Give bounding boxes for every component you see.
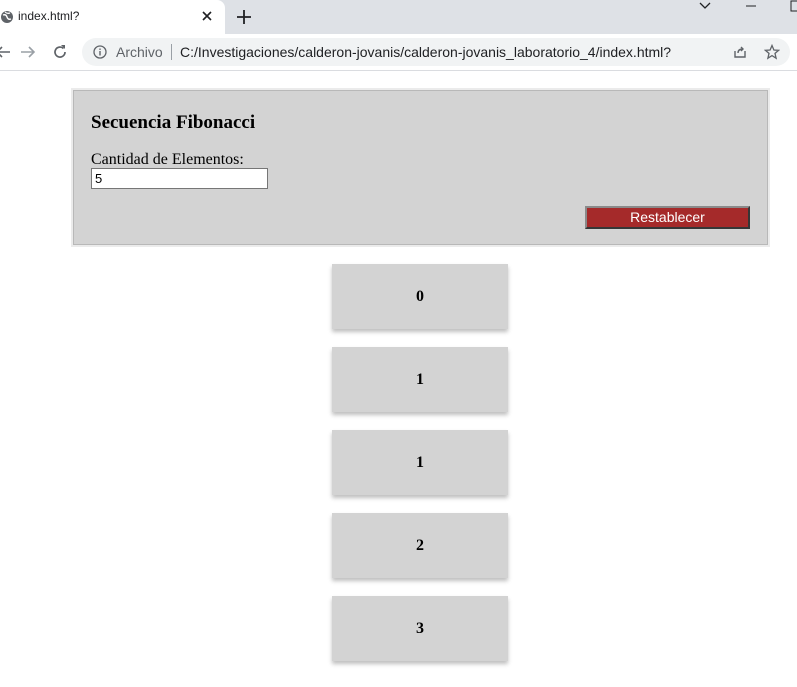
share-icon[interactable] [732, 44, 748, 60]
chevron-down-icon[interactable] [690, 0, 720, 20]
address-bar[interactable]: Archivo C:/Investigaciones/calderon-jova… [82, 38, 790, 66]
fibonacci-panel: Secuencia Fibonacci Cantidad de Elemento… [71, 88, 770, 247]
browser-tab[interactable]: index.html? [0, 0, 225, 34]
site-label: Archivo [116, 44, 163, 60]
url-text[interactable]: C:/Investigaciones/calderon-jovanis/cald… [180, 44, 671, 60]
fibonacci-item: 1 [332, 430, 508, 495]
fibonacci-list: 0 1 1 2 3 [332, 264, 508, 679]
globe-icon [1, 11, 13, 23]
omnibox-divider [171, 44, 172, 60]
star-icon[interactable] [764, 44, 780, 60]
tab-title: index.html? [18, 9, 80, 23]
browser-toolbar: Archivo C:/Investigaciones/calderon-jova… [0, 34, 797, 71]
reset-button[interactable]: Restablecer [585, 206, 750, 229]
back-arrow-icon[interactable] [0, 43, 12, 61]
close-icon[interactable] [199, 8, 215, 24]
info-icon[interactable] [93, 45, 107, 59]
minimize-icon[interactable] [736, 0, 766, 20]
page-title: Secuencia Fibonacci [91, 112, 256, 133]
maximize-icon[interactable] [782, 0, 797, 20]
fibonacci-item: 3 [332, 596, 508, 661]
fibonacci-item: 2 [332, 513, 508, 578]
fibonacci-item: 1 [332, 347, 508, 412]
new-tab-icon[interactable] [235, 8, 253, 26]
count-input[interactable] [91, 168, 268, 189]
reload-icon[interactable] [51, 43, 69, 61]
count-label: Cantidad de Elementos: [91, 151, 244, 168]
fibonacci-item: 0 [332, 264, 508, 329]
forward-arrow-icon[interactable] [19, 43, 37, 61]
tab-strip: index.html? [0, 0, 797, 34]
